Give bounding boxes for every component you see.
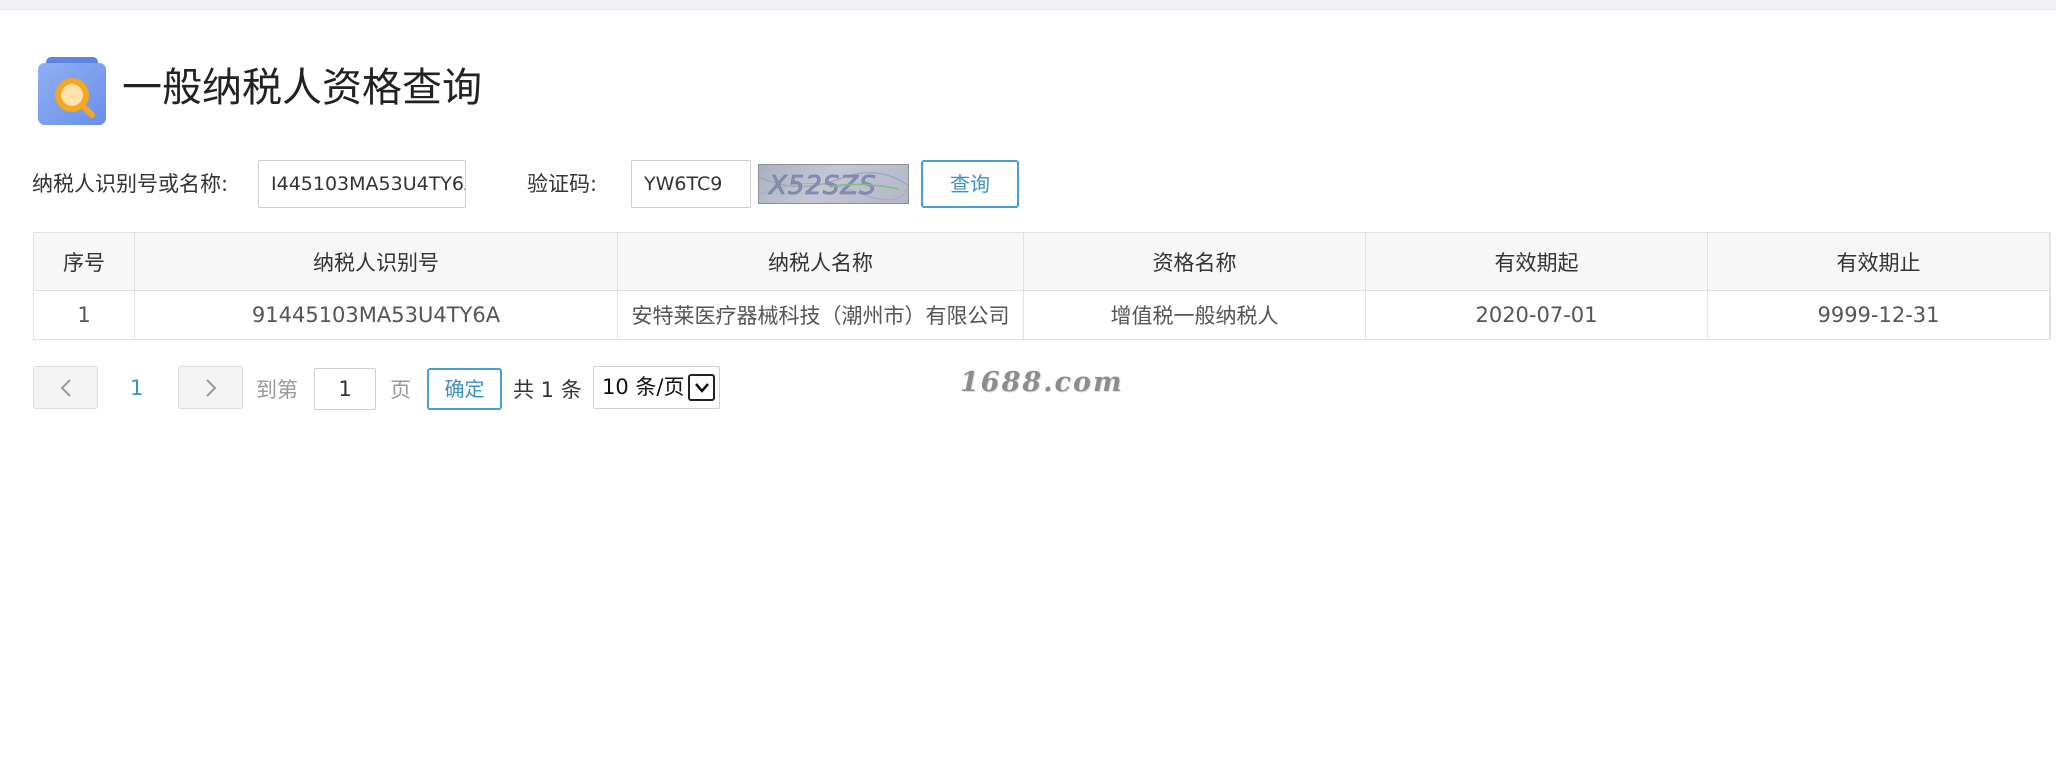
page-unit-label: 页 bbox=[390, 378, 411, 402]
query-button[interactable]: 查询 bbox=[921, 160, 1019, 208]
column-header-valid-to: 有效期止 bbox=[1708, 233, 2050, 290]
column-header-index: 序号 bbox=[34, 233, 135, 290]
next-page-button[interactable] bbox=[178, 366, 243, 409]
captcha-label: 验证码: bbox=[527, 172, 598, 196]
cell-taxpayer-name: 安特莱医疗器械科技（潮州市）有限公司 bbox=[618, 291, 1024, 339]
table-header: 序号 纳税人识别号 纳税人名称 资格名称 有效期起 有效期止 bbox=[34, 233, 2050, 291]
total-count: 共 1 条 bbox=[513, 378, 582, 402]
column-header-valid-from: 有效期起 bbox=[1366, 233, 1708, 290]
cell-taxpayer-id: 91445103MA53U4TY6A bbox=[135, 291, 618, 339]
cell-index: 1 bbox=[34, 291, 135, 339]
column-header-taxpayer-id: 纳税人识别号 bbox=[135, 233, 618, 290]
watermark: 1688.com bbox=[960, 367, 1124, 398]
taxpayer-label: 纳税人识别号或名称: bbox=[32, 172, 229, 196]
goto-confirm-button[interactable]: 确定 bbox=[427, 368, 502, 410]
table-row: 1 91445103MA53U4TY6A 安特莱医疗器械科技（潮州市）有限公司 … bbox=[34, 291, 2050, 339]
chevron-right-icon bbox=[205, 378, 216, 397]
results-table: 序号 纳税人识别号 纳税人名称 资格名称 有效期起 有效期止 1 9144510… bbox=[33, 232, 2051, 340]
goto-page-input[interactable]: 1 bbox=[314, 368, 376, 410]
query-logo-icon bbox=[38, 57, 106, 125]
goto-label: 到第 bbox=[256, 378, 298, 402]
current-page-number[interactable]: 1 bbox=[130, 373, 143, 403]
page-size-select[interactable]: 10 条/页 bbox=[593, 366, 720, 409]
column-header-taxpayer-name: 纳税人名称 bbox=[618, 233, 1024, 290]
cell-valid-from: 2020-07-01 bbox=[1366, 291, 1708, 339]
chevron-down-icon bbox=[688, 374, 715, 401]
prev-page-button[interactable] bbox=[33, 366, 98, 409]
page-title: 一般纳税人资格查询 bbox=[122, 65, 482, 111]
captcha-image-text: X52SZS bbox=[767, 171, 877, 201]
captcha-input[interactable]: YW6TC9 bbox=[631, 160, 751, 208]
browser-top-bar bbox=[0, 0, 2056, 10]
captcha-image[interactable]: X52SZS bbox=[758, 164, 909, 204]
page-size-value: 10 条/页 bbox=[602, 375, 685, 399]
taxpayer-input[interactable]: I445103MA53U4TY6A bbox=[258, 160, 466, 208]
cell-valid-to: 9999-12-31 bbox=[1708, 291, 2050, 339]
column-header-qualification: 资格名称 bbox=[1024, 233, 1366, 290]
cell-qualification: 增值税一般纳税人 bbox=[1024, 291, 1366, 339]
chevron-left-icon bbox=[60, 378, 71, 397]
